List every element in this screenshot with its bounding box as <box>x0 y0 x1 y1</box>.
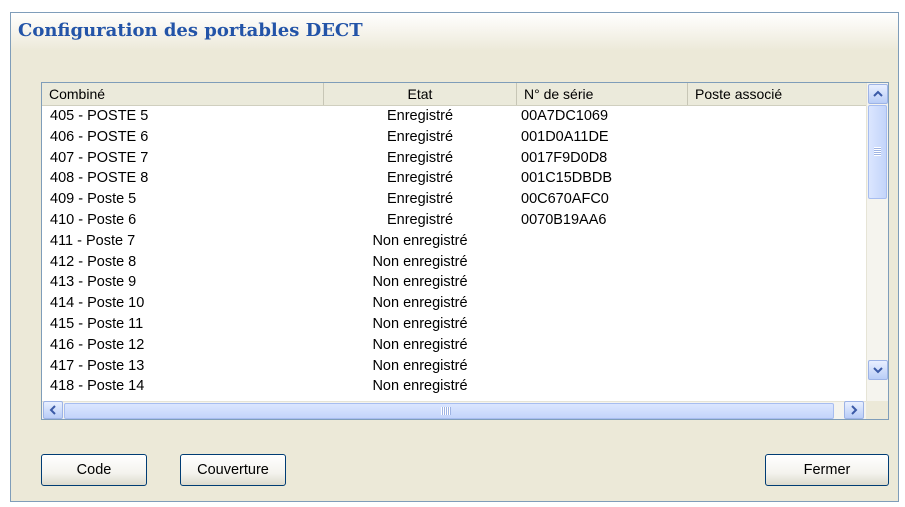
table-row[interactable]: 406 - POSTE 6 Enregistré 001D0A11DE <box>42 127 864 148</box>
cell-etat: Enregistré <box>386 108 454 124</box>
cell-combine: 406 - POSTE 6 <box>50 128 149 145</box>
couverture-button[interactable]: Couverture <box>180 454 286 486</box>
cell-etat: Enregistré <box>386 149 454 166</box>
dect-config-dialog: Configuration des portables DECT Combiné… <box>10 12 899 502</box>
cell-combine: 415 - Poste 11 <box>50 315 144 332</box>
table-row[interactable]: 409 - Poste 5 Enregistré 00C670AFC0 <box>42 189 864 210</box>
scroll-left-button[interactable] <box>43 401 63 419</box>
cell-etat: Enregistré <box>386 191 454 208</box>
vertical-scrollbar[interactable] <box>866 83 888 401</box>
table-row[interactable]: 414 - Poste 10 Non enregistré <box>42 293 864 314</box>
cell-etat: Non enregistré <box>372 357 468 374</box>
scroll-right-button[interactable] <box>844 401 864 419</box>
table-row[interactable]: 418 - Poste 14 Non enregistré <box>42 376 864 397</box>
chevron-left-icon <box>49 405 56 415</box>
column-header-combine[interactable]: Combiné <box>42 83 324 105</box>
cell-combine: 411 - Poste 7 <box>50 232 136 249</box>
column-header-poste-associe[interactable]: Poste associé <box>688 83 888 105</box>
table-row[interactable]: 417 - Poste 13 Non enregistré <box>42 356 864 377</box>
scroll-grip-icon <box>874 147 881 156</box>
handsets-list[interactable]: Combiné Etat N° de série Poste associé 4… <box>41 82 889 420</box>
cell-etat: Non enregistré <box>372 274 468 291</box>
cell-numero-serie: 00C670AFC0 <box>521 191 609 208</box>
column-header-numero-serie[interactable]: N° de série <box>517 83 688 105</box>
cell-combine: 410 - Poste 6 <box>50 211 137 228</box>
cell-combine: 412 - Poste 8 <box>50 253 137 270</box>
table-row[interactable]: 410 - Poste 6 Enregistré 0070B19AA6 <box>42 210 864 231</box>
cell-numero-serie: 00A7DC1069 <box>521 108 609 124</box>
chevron-up-icon <box>873 90 883 97</box>
cell-numero-serie: 0017F9D0D8 <box>521 149 608 166</box>
table-row[interactable]: 415 - Poste 11 Non enregistré <box>42 314 864 335</box>
chevron-down-icon <box>873 367 883 374</box>
table-row[interactable]: 412 - Poste 8 Non enregistré <box>42 252 864 273</box>
vertical-scroll-thumb[interactable] <box>868 105 887 199</box>
cell-numero-serie: 001D0A11DE <box>521 128 609 145</box>
table-row[interactable]: 408 - POSTE 8 Enregistré 001C15DBDB <box>42 168 864 189</box>
cell-etat: Non enregistré <box>372 336 468 353</box>
cell-combine: 407 - POSTE 7 <box>50 149 149 166</box>
cell-combine: 408 - POSTE 8 <box>50 170 149 187</box>
cell-etat: Enregistré <box>386 211 454 228</box>
table-row[interactable]: 411 - Poste 7 Non enregistré <box>42 231 864 252</box>
list-body: 405 - POSTE 5 Enregistré 00A7DC1069 406 - P… <box>42 106 864 403</box>
table-row[interactable]: 416 - Poste 12 Non enregistré <box>42 335 864 356</box>
cell-etat: Non enregistré <box>372 378 468 395</box>
cell-combine: 418 - Poste 14 <box>50 378 145 395</box>
table-row[interactable]: 407 - POSTE 7 Enregistré 0017F9D0D8 <box>42 148 864 169</box>
cell-combine: 405 - POSTE 5 <box>50 108 149 124</box>
fermer-button[interactable]: Fermer <box>765 454 889 486</box>
table-row[interactable]: 405 - POSTE 5 Enregistré 00A7DC1069 <box>42 106 864 127</box>
title-bar: Configuration des portables DECT <box>11 13 898 51</box>
cell-etat: Non enregistré <box>372 253 468 270</box>
cell-etat: Non enregistré <box>372 295 468 312</box>
cell-numero-serie: 0070B19AA6 <box>521 211 607 228</box>
scroll-down-button[interactable] <box>868 360 888 380</box>
cell-combine: 417 - Poste 13 <box>50 357 145 374</box>
cell-etat: Enregistré <box>386 128 454 145</box>
cell-etat: Non enregistré <box>372 232 468 249</box>
chevron-right-icon <box>851 405 858 415</box>
cell-combine: 409 - Poste 5 <box>50 191 137 208</box>
horizontal-scrollbar[interactable] <box>42 401 888 419</box>
table-row[interactable]: 413 - Poste 9 Non enregistré <box>42 272 864 293</box>
horizontal-scroll-thumb[interactable] <box>64 403 834 419</box>
scrollbar-corner <box>866 401 888 419</box>
scroll-up-button[interactable] <box>868 84 888 104</box>
cell-combine: 413 - Poste 9 <box>50 274 137 291</box>
window-title: Configuration des portables DECT <box>18 20 363 41</box>
column-header-etat[interactable]: Etat <box>324 83 517 105</box>
cell-combine: 416 - Poste 12 <box>50 336 145 353</box>
scroll-grip-icon <box>441 407 451 415</box>
cell-combine: 414 - Poste 10 <box>50 295 145 312</box>
code-button[interactable]: Code <box>41 454 147 486</box>
cell-numero-serie: 001C15DBDB <box>521 170 613 187</box>
list-header: Combiné Etat N° de série Poste associé <box>42 83 888 106</box>
cell-etat: Non enregistré <box>372 315 468 332</box>
cell-etat: Enregistré <box>386 170 454 187</box>
